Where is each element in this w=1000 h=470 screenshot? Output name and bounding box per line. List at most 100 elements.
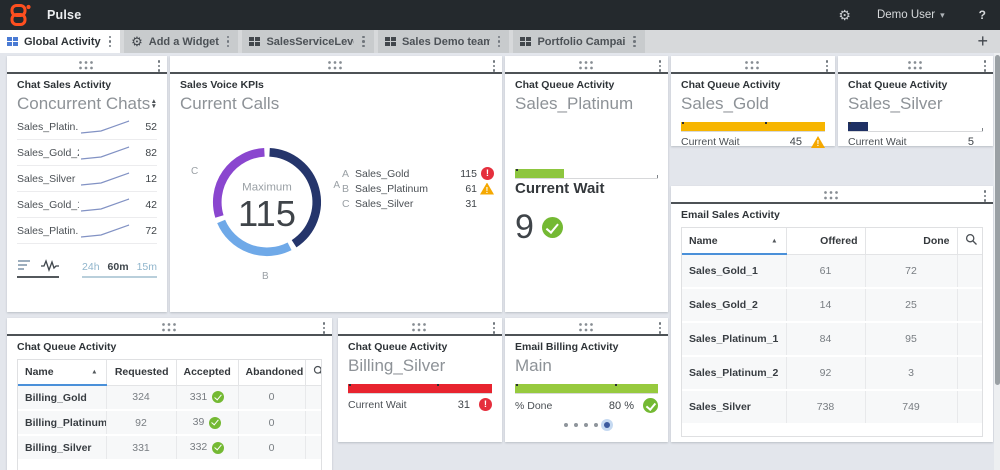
- list-view-icon[interactable]: [17, 258, 31, 272]
- scrollbar-thumb[interactable]: [995, 55, 1000, 385]
- table-row[interactable]: Sales_Platinum_2923: [682, 356, 983, 390]
- list-item[interactable]: Sales_Platin... 72: [17, 218, 157, 244]
- list-item[interactable]: Sales_Gold_1 42: [17, 192, 157, 218]
- tab-add-a-widget[interactable]: ⚙ Add a Widget: [124, 30, 238, 53]
- drag-handle-icon[interactable]: [79, 61, 95, 70]
- alert-icon: [481, 167, 494, 180]
- column-header-name[interactable]: Name: [18, 360, 106, 385]
- widget-header: [170, 56, 502, 74]
- widget-header: [671, 186, 993, 204]
- widget-menu-icon[interactable]: [156, 58, 163, 74]
- page-dot[interactable]: [594, 423, 598, 427]
- page-dot[interactable]: [564, 423, 568, 427]
- widget-chat-queue-billing-silver: Chat Queue Activity Billing_Silver Curre…: [338, 318, 502, 442]
- tab-menu-icon[interactable]: [225, 34, 232, 50]
- ok-icon: [209, 417, 221, 429]
- sparkline-icon: [79, 197, 131, 213]
- legend-name: Sales_Silver: [355, 198, 453, 210]
- page-dot-active[interactable]: [604, 422, 610, 428]
- list-item[interactable]: Sales_Silver 12: [17, 166, 157, 192]
- settings-gear-icon[interactable]: ⚙: [838, 7, 851, 24]
- widget-menu-icon[interactable]: [321, 320, 328, 336]
- widget-menu-icon[interactable]: [982, 188, 989, 204]
- drag-handle-icon[interactable]: [824, 191, 840, 200]
- drag-handle-icon[interactable]: [908, 61, 924, 70]
- widget-title: Chat Queue Activity: [505, 74, 668, 91]
- widget-title: Chat Queue Activity: [838, 74, 993, 91]
- dashboard-tab-bar: Global Activity ⚙ Add a Widget SalesServ…: [0, 30, 1000, 53]
- tab-global-activity[interactable]: Global Activity: [0, 30, 120, 53]
- widget-subtitle: Concurrent Chats: [7, 91, 167, 114]
- vertical-scrollbar[interactable]: [994, 53, 1000, 470]
- column-header-name[interactable]: Name: [682, 228, 786, 254]
- kpi-label: Current Wait: [515, 180, 604, 197]
- column-header-abandoned[interactable]: Abandoned: [238, 360, 305, 385]
- legend-row[interactable]: C Sales_Silver 31: [342, 196, 494, 211]
- table-row[interactable]: Billing_Gold 324 331 0: [18, 385, 322, 410]
- time-range-24h[interactable]: 24h: [82, 261, 100, 273]
- sort-updown-icon[interactable]: [151, 99, 157, 109]
- subtitle-text: Billing_Silver: [348, 356, 445, 376]
- kpi-value: 9: [515, 208, 534, 247]
- table-row[interactable]: Sales_Gold_16172: [682, 254, 983, 288]
- list-item[interactable]: Sales_Platin... 52: [17, 114, 157, 140]
- legend-name: Sales_Platinum: [355, 183, 453, 195]
- time-range-15m[interactable]: 15m: [137, 261, 157, 273]
- widget-menu-icon[interactable]: [982, 58, 989, 74]
- help-button[interactable]: ?: [979, 8, 986, 22]
- tab-menu-icon[interactable]: [496, 34, 503, 50]
- tab-menu-icon[interactable]: [360, 34, 367, 50]
- tab-menu-icon[interactable]: [631, 34, 638, 50]
- column-header-search[interactable]: [957, 228, 983, 254]
- tab-portfolio-campaign[interactable]: Portfolio Campaig: [513, 30, 645, 53]
- widget-header: [505, 56, 668, 74]
- dashboard-grid-icon: [249, 37, 260, 46]
- column-header-requested[interactable]: Requested: [106, 360, 176, 385]
- kpi-value: 5: [968, 136, 974, 148]
- legend-row[interactable]: A Sales_Gold 115: [342, 166, 494, 181]
- legend-row[interactable]: B Sales_Platinum 61: [342, 181, 494, 196]
- drag-handle-icon[interactable]: [579, 61, 595, 70]
- drag-handle-icon[interactable]: [162, 323, 178, 332]
- legend-value: 31: [453, 198, 477, 210]
- sparkline-view-icon[interactable]: [41, 258, 59, 272]
- drag-handle-icon[interactable]: [328, 61, 344, 70]
- search-icon: [965, 233, 978, 246]
- widget-menu-icon[interactable]: [657, 320, 664, 336]
- widget-menu-icon[interactable]: [657, 58, 664, 74]
- page-dot[interactable]: [584, 423, 588, 427]
- table-row[interactable]: Sales_Silver738749: [682, 390, 983, 424]
- column-header-done[interactable]: Done: [865, 228, 957, 254]
- time-range-60m[interactable]: 60m: [108, 261, 129, 273]
- table-header-row: Name Offered Done: [682, 228, 983, 254]
- widget-header: [338, 318, 502, 336]
- tab-sales-demo-team[interactable]: Sales Demo team: [378, 30, 510, 53]
- add-tab-button[interactable]: +: [965, 31, 1000, 52]
- column-header-search[interactable]: [305, 360, 322, 385]
- table-row[interactable]: Sales_Platinum_18495: [682, 322, 983, 356]
- tab-label: Sales Demo team: [402, 36, 490, 48]
- tab-menu-icon[interactable]: [107, 34, 114, 50]
- tab-salesservicelevel[interactable]: SalesServiceLevel: [242, 30, 374, 53]
- kpi-label: % Done: [515, 400, 609, 412]
- list-item[interactable]: Sales_Gold_2 82: [17, 140, 157, 166]
- widget-menu-icon[interactable]: [491, 58, 498, 74]
- subtitle-text: Sales_Platinum: [515, 94, 633, 114]
- table-row[interactable]: Billing_Silver 331 332 0: [18, 435, 322, 460]
- drag-handle-icon[interactable]: [579, 323, 595, 332]
- widget-menu-icon[interactable]: [491, 320, 498, 336]
- user-menu[interactable]: Demo User: [877, 9, 945, 21]
- data-table: Name Requested Accepted Abandoned Billin…: [17, 359, 322, 470]
- table-row[interactable]: Sales_Gold_21425: [682, 288, 983, 322]
- genesys-logo-icon: [8, 3, 33, 27]
- column-header-offered[interactable]: Offered: [786, 228, 865, 254]
- table-row[interactable]: Billing_Platinum 92 39 0: [18, 410, 322, 435]
- kpi-bar-fill: [848, 122, 868, 132]
- drag-handle-icon[interactable]: [412, 323, 428, 332]
- alert-icon: [479, 398, 492, 411]
- page-dot[interactable]: [574, 423, 578, 427]
- pulse-dashboard: Pulse ⚙ Demo User ? Global Activity ⚙ Ad…: [0, 0, 1000, 470]
- column-header-accepted[interactable]: Accepted: [176, 360, 238, 385]
- widget-menu-icon[interactable]: [824, 58, 831, 74]
- drag-handle-icon[interactable]: [745, 61, 761, 70]
